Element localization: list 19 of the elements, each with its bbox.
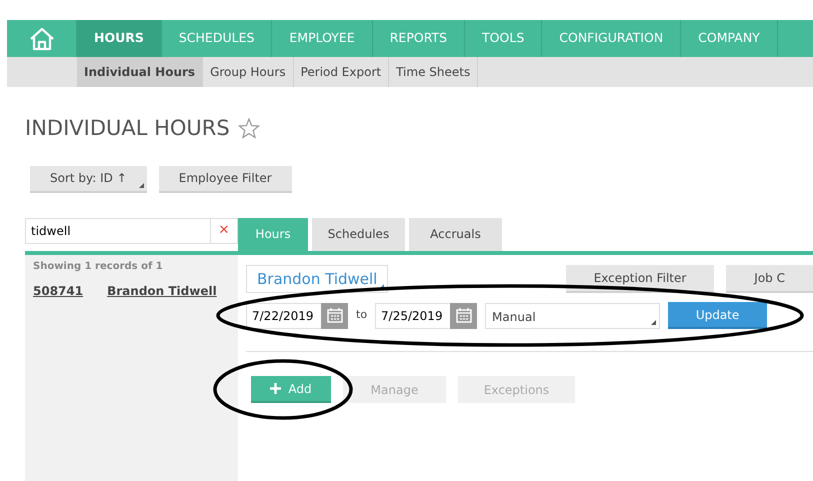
tab[interactable]: Schedules bbox=[312, 218, 405, 250]
records-summary: Showing 1 records of 1 bbox=[33, 260, 164, 274]
filter-button[interactable]: Exception Filter bbox=[566, 264, 714, 293]
to-label: to bbox=[356, 307, 368, 324]
search-field[interactable]: tidwell ✕ bbox=[25, 218, 238, 244]
subnav-tab[interactable]: Group Hours bbox=[203, 57, 294, 87]
subnav-tab[interactable]: Individual Hours bbox=[77, 57, 204, 87]
subnav-tab[interactable]: Time Sheets bbox=[389, 57, 478, 87]
filter-button[interactable]: Employee Filter bbox=[158, 166, 292, 192]
date-field[interactable]: 7/22/2019 bbox=[246, 302, 321, 328]
mode-select[interactable]: Manual bbox=[485, 302, 660, 328]
tab[interactable]: Accruals bbox=[409, 218, 502, 250]
date-field[interactable]: 7/25/2019 bbox=[375, 302, 450, 328]
subnav-tab[interactable]: Period Export bbox=[294, 57, 390, 87]
filter-button[interactable]: Job C bbox=[726, 264, 813, 293]
employee-id-link[interactable]: 508741 bbox=[33, 282, 84, 300]
employee-name-link[interactable]: Brandon Tidwell bbox=[107, 282, 217, 300]
page-title: INDIVIDUAL HOURS bbox=[25, 115, 230, 142]
sort-dropdown[interactable]: Sort by: ID ↑ bbox=[30, 166, 147, 192]
